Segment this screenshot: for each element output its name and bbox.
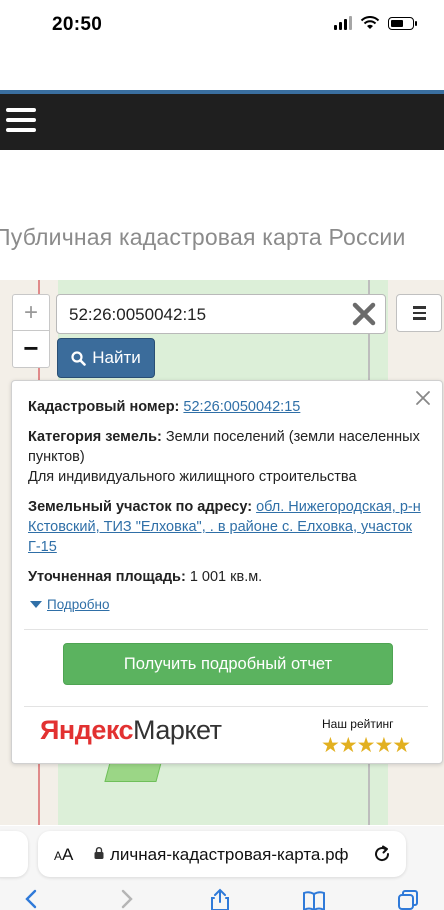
yandex-market-logo[interactable]: ЯндексМаркет <box>40 715 222 746</box>
find-button[interactable]: Найти <box>57 338 155 378</box>
cellular-signal-icon <box>334 16 352 30</box>
zoom-control: + − <box>12 294 50 368</box>
map-menu-button[interactable] <box>396 294 442 332</box>
yandex-logo-market: Маркет <box>133 715 222 745</box>
land-usage-value: Для индивидуального жилищного строительс… <box>28 469 357 485</box>
status-bar: 20:50 <box>0 0 444 50</box>
tabs-icon[interactable] <box>396 888 420 910</box>
site-navbar <box>0 94 444 150</box>
land-category-label: Категория земель: <box>28 429 162 445</box>
divider <box>24 629 428 630</box>
reload-icon[interactable] <box>372 844 392 864</box>
details-toggle-label: Подробно <box>47 597 110 612</box>
status-time: 20:50 <box>52 14 103 35</box>
share-icon[interactable] <box>208 888 232 910</box>
bookmarks-icon[interactable] <box>302 888 326 910</box>
caret-down-icon <box>30 601 42 608</box>
search-box <box>56 294 386 335</box>
cadastral-number-row: Кадастровый номер: 52:26:0050042:15 <box>28 397 300 417</box>
reader-settings-button[interactable]: AA <box>54 845 73 865</box>
zoom-in-button[interactable]: + <box>13 295 49 330</box>
area-row: Уточненная площадь: 1 001 кв.м. <box>28 567 262 587</box>
cadastral-search-input[interactable] <box>67 295 351 335</box>
lock-icon <box>94 847 104 859</box>
divider <box>24 706 428 707</box>
yandex-logo-ya: Яндекс <box>40 715 134 745</box>
address-bar[interactable]: AA личная-кадастровая-карта.рф <box>38 831 406 877</box>
clear-search-icon[interactable] <box>351 301 377 327</box>
address-row: Земельный участок по адресу: обл. Нижего… <box>28 497 432 557</box>
close-icon[interactable] <box>414 389 432 407</box>
wifi-icon <box>360 16 380 29</box>
url-text: личная-кадастровая-карта.рф <box>110 845 349 864</box>
rating-stars: ★★★★★ <box>321 734 411 757</box>
search-icon <box>71 350 87 366</box>
area-label: Уточненная площадь: <box>28 569 186 585</box>
address-label: Земельный участок по адресу: <box>28 499 253 515</box>
browser-nav-icons <box>0 886 444 910</box>
browser-toolbar: AA личная-кадастровая-карта.рф <box>0 826 444 910</box>
rating-label: Наш рейтинг <box>322 717 394 731</box>
forward-icon[interactable] <box>114 888 138 910</box>
parcel-info-popup: Кадастровый номер: 52:26:0050042:15 Кате… <box>11 380 443 764</box>
cadastral-number-link[interactable]: 52:26:0050042:15 <box>183 399 300 415</box>
cadastral-number-label: Кадастровый номер: <box>28 399 180 415</box>
details-toggle[interactable]: Подробно <box>30 597 110 612</box>
area-value: 1 001 кв.м. <box>189 569 263 585</box>
land-category-row: Категория земель: Земли поселений (земли… <box>28 427 428 467</box>
back-icon[interactable] <box>20 888 44 910</box>
status-icons <box>334 16 417 30</box>
battery-icon <box>388 16 417 30</box>
find-button-label: Найти <box>92 348 141 367</box>
previous-tab-stub[interactable] <box>0 831 28 877</box>
page-title: Публичная кадастровая карта России <box>0 224 406 250</box>
get-report-button[interactable]: Получить подробный отчет <box>63 643 393 685</box>
hamburger-menu-icon[interactable] <box>6 108 36 134</box>
zoom-out-button[interactable]: − <box>13 330 49 366</box>
